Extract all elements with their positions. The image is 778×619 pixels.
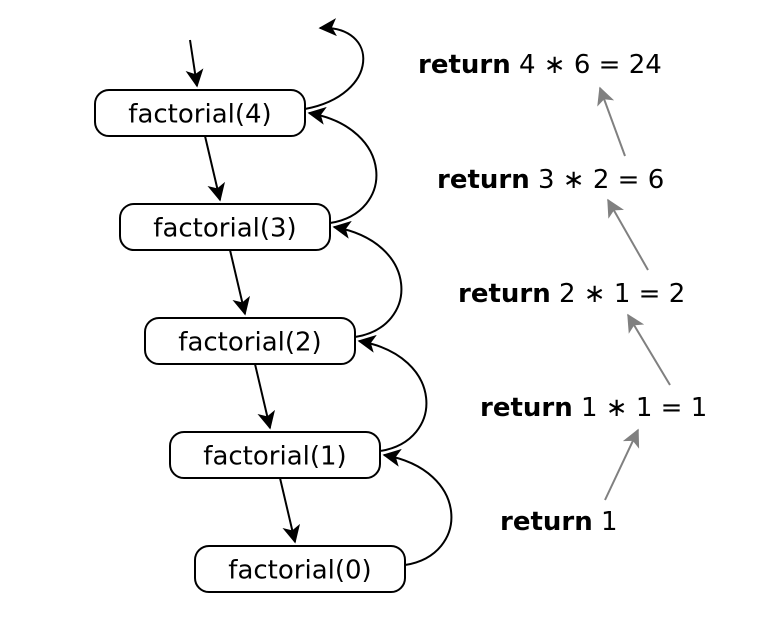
call-node-4-label: factorial(4) — [128, 100, 271, 130]
call-node-1-label: factorial(1) — [203, 442, 346, 472]
call-arrow-1-0 — [280, 478, 295, 542]
return-label-0: return 1 — [500, 507, 618, 537]
call-arrow-2-1 — [255, 364, 270, 428]
return-label-4: return 4 ∗ 6 = 24 — [418, 50, 662, 80]
value-arrow-1-2 — [628, 315, 670, 385]
call-node-2-label: factorial(2) — [178, 328, 321, 358]
value-arrow-2-3 — [608, 200, 648, 270]
value-arrow-3-4 — [600, 88, 625, 156]
return-label-1: return 1 ∗ 1 = 1 — [480, 393, 707, 423]
call-node-0-label: factorial(0) — [228, 556, 371, 586]
call-arrow-3-2 — [230, 250, 245, 314]
return-label-3: return 3 ∗ 2 = 6 — [437, 165, 664, 195]
call-arrow-4-3 — [205, 136, 220, 200]
entry-arrow — [190, 40, 197, 86]
return-label-2: return 2 ∗ 1 = 2 — [458, 279, 685, 309]
return-curve-4-out — [305, 28, 363, 109]
call-node-3-label: factorial(3) — [153, 214, 296, 244]
value-arrow-0-1 — [605, 430, 638, 500]
